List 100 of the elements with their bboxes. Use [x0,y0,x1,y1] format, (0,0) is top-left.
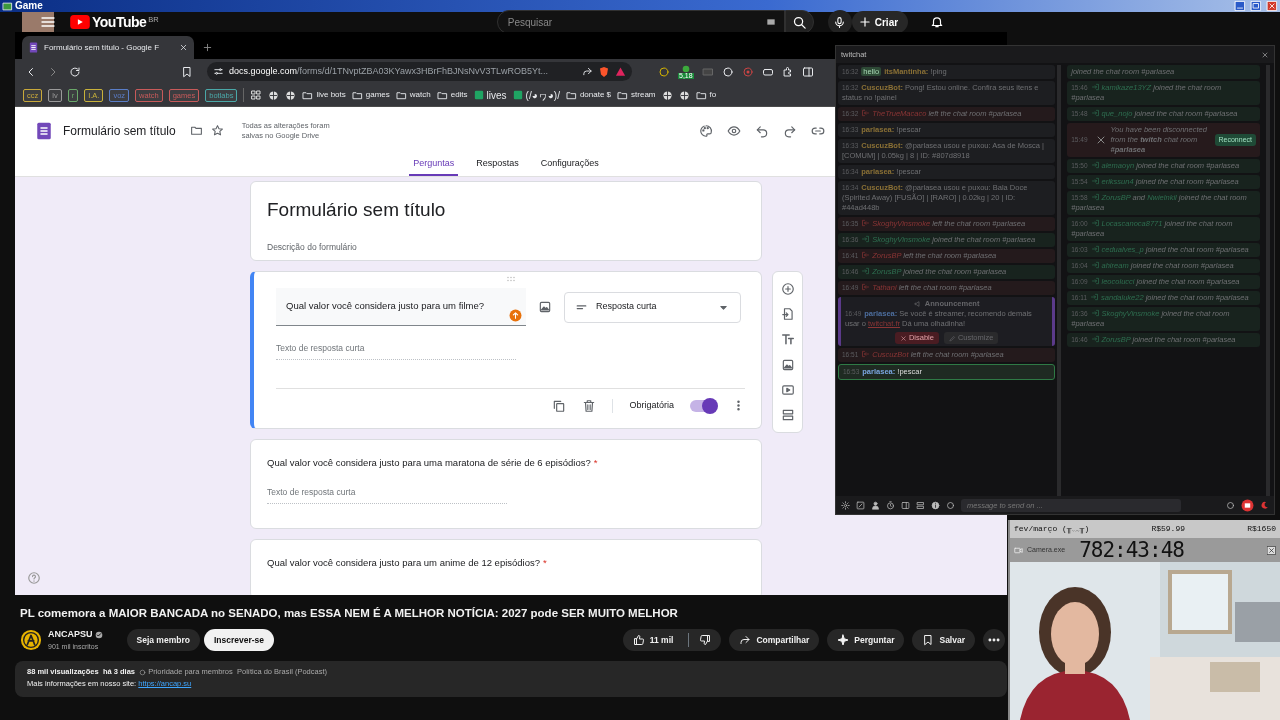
video-icon[interactable] [780,382,795,397]
search-bar[interactable]: Pesquisar [496,10,785,34]
redo-icon[interactable] [783,123,797,138]
form-name: Formulário sem título [63,122,176,140]
share-icon[interactable] [582,66,593,77]
enter-arrow-icon [1090,161,1100,169]
enter-arrow-icon [1090,83,1100,91]
square-icon [512,90,523,100]
required-toggle[interactable] [690,399,716,412]
upload-badge-icon [509,309,522,322]
bookmark-folder[interactable]: games [351,89,390,101]
sparkle-icon [837,634,850,647]
pencil-icon [948,334,956,342]
record-icon[interactable] [741,65,754,78]
x-icon [899,334,907,342]
star-icon[interactable] [210,124,224,137]
menu-icon[interactable] [40,14,56,30]
bookmark-folder[interactable]: donate $ [565,89,612,101]
question-type-dropdown[interactable]: Resposta curta [564,291,741,323]
new-tab-icon[interactable] [202,42,213,53]
share-button[interactable]: Compartilhar [729,629,820,652]
exit-arrow-icon [861,283,871,291]
camera-icon [1014,545,1023,555]
save-button[interactable]: Salvar [912,629,975,652]
edit-icon[interactable] [856,500,865,510]
site-icon[interactable] [285,89,297,101]
keyboard-icon[interactable] [765,18,776,26]
answer-placeholder: Texto de resposta curta [267,486,507,504]
timer-icon[interactable] [886,500,895,510]
form-tab[interactable]: Respostas [472,154,523,176]
folder-icon[interactable] [189,124,203,137]
enter-arrow-icon [1090,245,1100,253]
bookmark-link[interactable]: (/◕ヮ◕)/ [512,87,560,103]
close-icon[interactable] [1261,50,1269,59]
drag-handle-icon[interactable] [504,276,517,282]
channel-avatar[interactable] [20,629,42,652]
browser-tab[interactable]: Formulário sem título - Google F [22,36,194,59]
folder-icon [617,89,629,101]
tab-title: Formulário sem título - Google F [44,41,161,54]
site-settings-icon[interactable] [213,66,224,77]
bell-icon[interactable] [930,15,945,29]
minimize-icon[interactable] [1234,1,1246,11]
image-icon[interactable] [780,357,795,372]
settings-icon[interactable] [841,500,850,510]
bookmark-folder[interactable]: fo [695,89,717,101]
search-field[interactable]: Pesquisar [505,13,766,31]
delete-icon[interactable] [582,398,597,413]
form-tab[interactable]: Configurações [536,154,603,176]
bookmark-folder[interactable]: edits [436,89,468,101]
apps-grid-icon[interactable] [250,89,263,101]
question-card[interactable]: Qual valor você considera justo para um filme? Resposta curta Texto de resposta curta Obrigatória [250,271,762,429]
maximize-icon[interactable] [1250,1,1262,11]
forms-favicon [28,42,39,53]
more-button[interactable] [983,629,1005,652]
site-icon[interactable] [661,89,673,101]
dislike-icon [699,634,712,647]
add-question-icon[interactable] [780,281,795,296]
close-icon[interactable] [1267,545,1276,555]
palette-icon[interactable] [699,123,713,138]
triangle-icon[interactable] [615,66,626,77]
question-card[interactable]: Qual valor você considera justo para um anime de 12 episódios? * [250,539,762,595]
person-icon[interactable] [871,500,880,510]
ask-button[interactable]: Perguntar [827,629,905,652]
section-icon[interactable] [780,408,795,423]
duplicate-icon[interactable] [552,398,567,413]
record-button-icon[interactable] [1241,498,1254,512]
import-icon[interactable] [780,307,795,321]
title-icon[interactable] [780,332,795,347]
join-button[interactable]: Seja membro [126,629,200,652]
question-card[interactable]: Qual valor você considera justo para uma maratona de série de 6 episódios? * Texto de resposta curta [250,439,762,529]
undo-icon[interactable] [755,123,769,138]
bookmark-folder[interactable]: live bots [302,89,346,101]
url-text: docs.google.com/forms/d/1TNvptZBA03KYawx3HBrFhBJNsNvV3TLwROB5Yt... [229,64,548,78]
search-icon [791,14,807,30]
bookmark-link[interactable]: lives [473,87,507,103]
mic-icon [833,15,847,29]
puzzle-icon[interactable] [781,65,794,78]
subscribe-button[interactable]: Inscrever-se [203,629,274,652]
create-button[interactable]: Criar [851,11,909,33]
video-title: PL comemora a MAIOR BANCADA no SENADO, mas ESSA NEM É A MELHOR NOTÍCIA: 2027 pode SER MUITO MELHOR [20,606,679,621]
info-icon[interactable] [931,500,940,510]
preview-icon[interactable] [727,123,741,138]
bookmark-folder[interactable]: watch [395,89,431,101]
site-icon[interactable] [678,89,690,101]
description-field[interactable]: Descrição do formulário [267,240,745,254]
bookmark-folder[interactable]: stream [617,89,656,101]
form-title[interactable]: Formulário sem título [267,196,745,225]
question-field[interactable]: Qual valor você considera justo para um filme? [276,288,526,326]
image-icon[interactable] [538,300,552,314]
window-title: Game [15,0,43,12]
channel-name[interactable]: ANCAPSU [48,628,93,642]
play-logo-icon [70,15,90,29]
bookmark-icon[interactable] [181,65,193,78]
enter-arrow-icon [1090,109,1100,117]
box-icon[interactable] [901,500,910,510]
site-icon[interactable] [268,89,280,101]
reload-icon[interactable] [69,65,81,78]
address-bar[interactable]: docs.google.com/forms/d/1TNvptZBA03KYawx3HBrFhBJNsNvV3TLwROB5Yt... [207,62,632,81]
side-panel-icon[interactable] [801,65,814,78]
folder-icon [436,89,448,101]
